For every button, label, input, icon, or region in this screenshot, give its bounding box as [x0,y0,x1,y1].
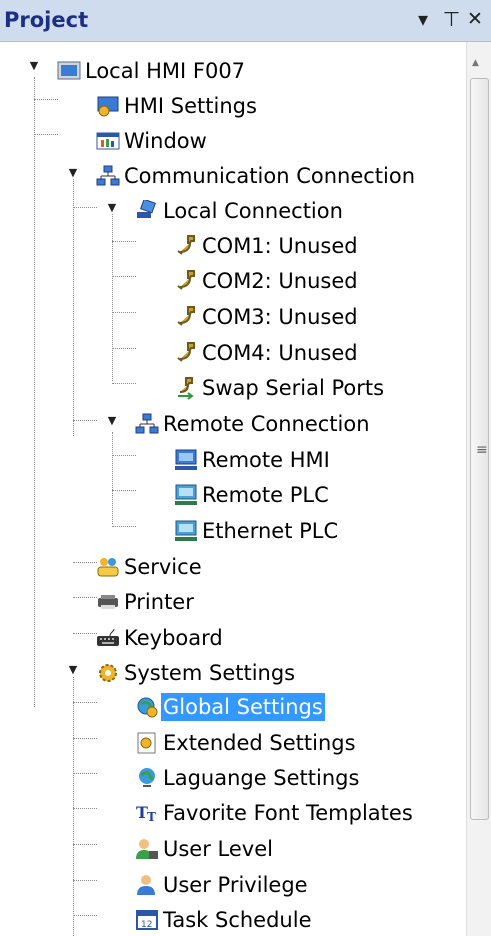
task-schedule-icon: 12 [134,907,160,933]
pin-icon[interactable]: ⊣ [439,10,465,27]
network-icon [134,411,160,437]
collapse-toggle-icon[interactable]: ▼ [66,165,80,179]
tree-item-printer[interactable]: Printer [95,585,196,619]
tree-item-label: User Privilege [163,873,308,897]
serial-port-icon [173,268,199,294]
tree-item-remote-hmi[interactable]: Remote HMI [173,443,332,477]
collapse-toggle-icon[interactable]: ▼ [66,662,80,676]
tree-item-label: Remote Connection [163,412,370,436]
project-tree: ▼ Local HMI F007 HMI Settings Window ▼ C… [0,42,466,936]
user-privilege-icon [134,872,160,898]
tree-item-label: Favorite Font Templates [163,801,413,825]
panel-header: Project ▾ ⊣ ✕ [0,0,491,42]
ethernet-plc-icon [173,518,199,544]
tree-item-label: COM2: Unused [202,269,358,293]
collapse-toggle-icon[interactable]: ▼ [105,200,119,214]
tree-item-global-settings[interactable]: Global Settings [134,690,325,724]
tree-item-window[interactable]: Window [95,124,209,158]
tree-item-label: Service [124,555,202,579]
tree-item-label: Local Connection [163,199,343,223]
tree-item-label: Ethernet PLC [202,519,339,543]
tree-item-service[interactable]: Service [95,550,204,584]
hmi-settings-icon [95,93,121,119]
window-icon [95,128,121,154]
tree-item-label: Keyboard [124,626,223,650]
tree-item-label: System Settings [124,661,296,685]
tree-item-user-level[interactable]: User Level [134,832,275,866]
keyboard-icon [95,625,121,651]
tree-item-local-hmi[interactable]: Local HMI F007 [56,54,247,88]
svg-text:12: 12 [141,920,152,930]
remote-hmi-icon [173,447,199,473]
tree-item-local-connection[interactable]: Local Connection [134,194,345,228]
vertical-scrollbar[interactable]: ▲ ≡ [466,42,491,936]
scrollbar-thumb[interactable]: ≡ [470,78,489,820]
network-icon [95,163,121,189]
tree-item-com4[interactable]: COM4: Unused [173,336,360,370]
local-connection-icon [134,198,160,224]
tree-item-label: Laguange Settings [163,766,360,790]
printer-icon [95,589,121,615]
tree-item-label: Global Settings [161,693,325,721]
tree-item-label: Swap Serial Ports [202,376,385,400]
tree-item-label: Communication Connection [124,164,416,188]
tree-item-label: Remote PLC [202,483,329,507]
font-templates-icon: TT [134,800,160,826]
extended-settings-icon [134,730,160,756]
scroll-up-arrow-icon[interactable]: ▲ [472,58,479,68]
tree-item-label: Remote HMI [202,448,330,472]
close-icon[interactable]: ✕ [467,6,483,32]
global-settings-icon [134,694,160,720]
tree-item-remote-connection[interactable]: Remote Connection [134,407,372,441]
tree-item-communication-connection[interactable]: Communication Connection [95,159,417,193]
tree-item-remote-plc[interactable]: Remote PLC [173,478,331,512]
tree-item-user-privilege[interactable]: User Privilege [134,868,310,902]
grip-icon: ≡ [476,442,488,458]
tree-item-com1[interactable]: COM1: Unused [173,229,360,263]
user-level-icon [134,836,160,862]
serial-port-icon [173,304,199,330]
serial-port-icon [173,233,199,259]
tree-item-label: COM1: Unused [202,234,358,258]
tree-item-hmi-settings[interactable]: HMI Settings [95,89,259,123]
collapse-toggle-icon[interactable]: ▼ [27,58,41,72]
tree-item-task-schedule[interactable]: 12 Task Schedule [134,903,314,936]
hmi-device-icon [56,58,82,84]
tree-item-extended-settings[interactable]: Extended Settings [134,726,358,760]
swap-ports-icon [173,375,199,401]
tree-item-label: Local HMI F007 [85,59,246,83]
tree-item-keyboard[interactable]: Keyboard [95,621,225,655]
tree-item-label: User Level [163,837,273,861]
tree-item-label: Printer [124,590,194,614]
tree-item-label: Extended Settings [163,731,356,755]
tree-item-label: COM4: Unused [202,341,358,365]
language-icon [134,765,160,791]
tree-item-favorite-font-templates[interactable]: TT Favorite Font Templates [134,796,415,830]
system-settings-icon [95,660,121,686]
service-icon [95,554,121,580]
panel-title: Project [4,8,89,32]
tree-item-system-settings[interactable]: System Settings [95,656,297,690]
collapse-toggle-icon[interactable]: ▼ [105,413,119,427]
tree-item-language-settings[interactable]: Laguange Settings [134,761,361,795]
tree-item-label: Task Schedule [163,908,312,932]
tree-item-com3[interactable]: COM3: Unused [173,300,360,334]
tree-item-label: HMI Settings [124,94,257,118]
svg-text:T: T [147,810,156,824]
tree-item-ethernet-plc[interactable]: Ethernet PLC [173,514,340,548]
remote-plc-icon [173,482,199,508]
tree-item-swap-serial-ports[interactable]: Swap Serial Ports [173,371,386,405]
dropdown-icon[interactable]: ▾ [418,6,428,32]
serial-port-icon [173,340,199,366]
tree-item-label: Window [124,129,207,153]
tree-item-label: COM3: Unused [202,305,358,329]
tree-item-com2[interactable]: COM2: Unused [173,264,360,298]
